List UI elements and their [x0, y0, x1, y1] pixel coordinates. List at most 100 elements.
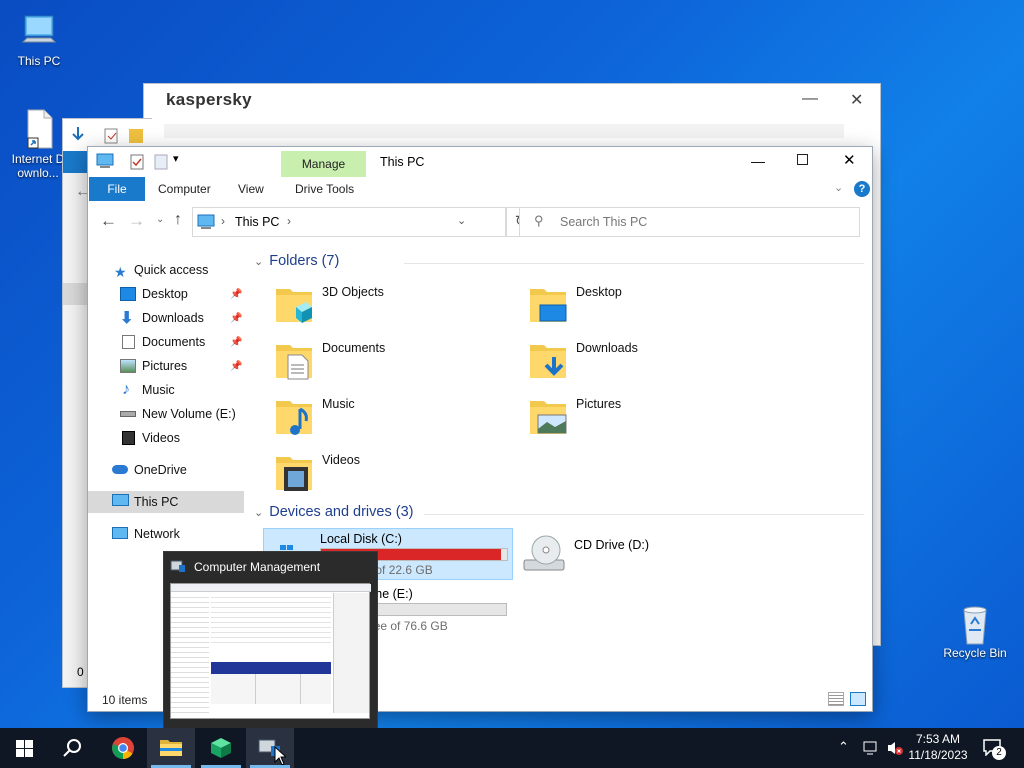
search-box[interactable]: ⚲ Search This PC — [519, 207, 860, 237]
taskbar-cube-app[interactable] — [197, 728, 245, 768]
section-title: Folders (7) — [269, 253, 340, 269]
taskbar: ⌃ 7:53 AM 11/18/2023 2 — [0, 728, 1024, 768]
back-explorer-status: 0 — [77, 665, 84, 679]
clock-date: 11/18/2023 — [908, 748, 968, 762]
drive-label: Local Disk (C:) — [320, 532, 402, 546]
tab-view[interactable]: View — [234, 177, 268, 201]
chrome-icon — [112, 737, 134, 759]
status-item-count: 10 items — [102, 693, 148, 707]
nav-item-desktop[interactable]: Desktop 📌 — [88, 283, 244, 305]
desktop-icon — [120, 287, 136, 301]
taskbar-computer-management[interactable] — [246, 728, 294, 768]
taskbar-file-explorer[interactable] — [147, 728, 195, 768]
properties-icon[interactable] — [130, 154, 144, 173]
taskbar-chrome[interactable] — [99, 728, 147, 768]
help-icon[interactable]: ? — [854, 181, 870, 197]
nav-item-network[interactable]: Network — [88, 523, 244, 545]
search-icon: ⚲ — [534, 213, 544, 228]
kaspersky-close-button[interactable]: ✕ — [850, 90, 863, 110]
tab-file[interactable]: File — [89, 177, 145, 201]
nav-item-this-pc[interactable]: This PC — [88, 491, 244, 513]
back-arrow-icon[interactable]: ← — [100, 211, 117, 231]
breadcrumb-separator: › — [221, 214, 225, 228]
ribbon-tabs: File Computer View Drive Tools ⌄ ? — [88, 177, 872, 201]
network-tray-icon[interactable] — [862, 740, 880, 768]
section-title: Devices and drives (3) — [269, 504, 414, 520]
nav-item-music[interactable]: ♪ Music — [88, 379, 244, 401]
chevron-down-icon: ⌄ — [254, 256, 264, 268]
address-dropdown-icon[interactable]: ⌄ — [457, 214, 466, 227]
nav-label: This PC — [134, 495, 179, 509]
desktop-icon-internet-download[interactable]: Internet Downlo... — [6, 108, 70, 180]
nav-item-pictures[interactable]: Pictures 📌 — [88, 355, 244, 377]
pin-icon: 📌 — [230, 337, 243, 348]
start-icon — [16, 740, 33, 757]
kaspersky-minimize-button[interactable]: — — [802, 90, 818, 108]
computer-icon — [96, 153, 114, 172]
drives-section-header[interactable]: ⌄ Devices and drives (3) — [254, 504, 864, 520]
folder-label: Videos — [322, 453, 360, 467]
nav-item-downloads[interactable]: ⬇ Downloads 📌 — [88, 307, 244, 329]
chevron-down-icon: ⌄ — [254, 507, 264, 519]
kaspersky-content-strip — [164, 124, 844, 138]
close-button[interactable]: ✕ — [843, 151, 856, 169]
desktop-icon-this-pc[interactable]: This PC — [7, 10, 71, 68]
folder-downloads[interactable]: Downloads — [528, 339, 768, 391]
nav-label: Downloads — [142, 311, 204, 325]
star-icon: ★ — [114, 264, 127, 280]
clock[interactable]: 7:53 AM 11/18/2023 — [904, 728, 972, 768]
search-icon — [63, 739, 81, 757]
context-tab-manage[interactable]: Manage — [281, 151, 366, 177]
drive-cd-d[interactable]: CD Drive (D:) — [520, 528, 760, 580]
clock-time: 7:53 AM — [915, 732, 961, 746]
taskbar-thumbnail-preview[interactable]: Computer Management — [163, 551, 378, 729]
pictures-folder-icon — [530, 401, 567, 434]
folder-desktop[interactable]: Desktop — [528, 283, 768, 335]
computer-icon — [112, 494, 129, 506]
recent-locations-icon[interactable]: ⌄ — [156, 214, 164, 225]
up-arrow-icon[interactable]: ↑ — [174, 211, 182, 229]
folder-3d-objects[interactable]: 3D Objects — [274, 283, 514, 335]
file-explorer-icon — [160, 740, 182, 756]
nav-label: New Volume (E:) — [142, 407, 236, 421]
tab-drive-tools[interactable]: Drive Tools — [291, 177, 358, 201]
nav-item-new-volume[interactable]: New Volume (E:) — [88, 403, 244, 425]
3d-objects-folder-icon — [276, 289, 312, 323]
pin-icon: 📌 — [230, 289, 243, 300]
forward-arrow-icon[interactable]: → — [128, 211, 145, 231]
volume-muted-icon[interactable] — [886, 740, 904, 768]
details-view-icon[interactable] — [828, 692, 844, 706]
folder-label: 3D Objects — [322, 285, 384, 299]
folder-pictures[interactable]: Pictures — [528, 395, 768, 447]
nav-item-videos[interactable]: Videos — [88, 427, 244, 449]
pin-icon: 📌 — [230, 313, 243, 324]
maximize-button[interactable] — [797, 154, 808, 165]
nav-item-quick-access[interactable]: ★ Quick access — [88, 259, 244, 281]
breadcrumb-this-pc[interactable]: This PC — [235, 215, 279, 229]
notification-center-button[interactable]: 2 — [982, 738, 1006, 768]
nav-label: Pictures — [142, 359, 188, 373]
dropdown-icon[interactable]: ▾ — [173, 152, 179, 165]
address-bar[interactable]: › This PC › ⌄ — [192, 207, 506, 237]
drive-icon — [120, 411, 136, 417]
nav-label: Videos — [142, 431, 180, 445]
folder-music[interactable]: Music — [274, 395, 514, 447]
folder-label: Music — [322, 397, 355, 411]
documents-folder-icon — [276, 345, 312, 380]
computer-management-icon — [170, 559, 186, 576]
start-button[interactable] — [0, 728, 48, 768]
new-folder-icon[interactable] — [154, 154, 168, 173]
nav-label: Quick access — [134, 263, 209, 277]
folders-section-header[interactable]: ⌄ Folders (7) — [254, 253, 864, 269]
search-button[interactable] — [48, 728, 96, 768]
folder-documents[interactable]: Documents — [274, 339, 514, 391]
large-icons-view-icon[interactable] — [850, 692, 866, 706]
ribbon-expand-icon[interactable]: ⌄ — [834, 181, 843, 194]
desktop-icon-recycle-bin[interactable]: Recycle Bin — [943, 602, 1007, 660]
nav-item-documents[interactable]: Documents 📌 — [88, 331, 244, 353]
folder-videos[interactable]: Videos — [274, 451, 514, 503]
tab-computer[interactable]: Computer — [154, 177, 215, 201]
minimize-button[interactable]: — — [751, 153, 765, 169]
nav-item-onedrive[interactable]: OneDrive — [88, 459, 244, 481]
show-hidden-icons-button[interactable]: ⌃ — [838, 739, 849, 768]
